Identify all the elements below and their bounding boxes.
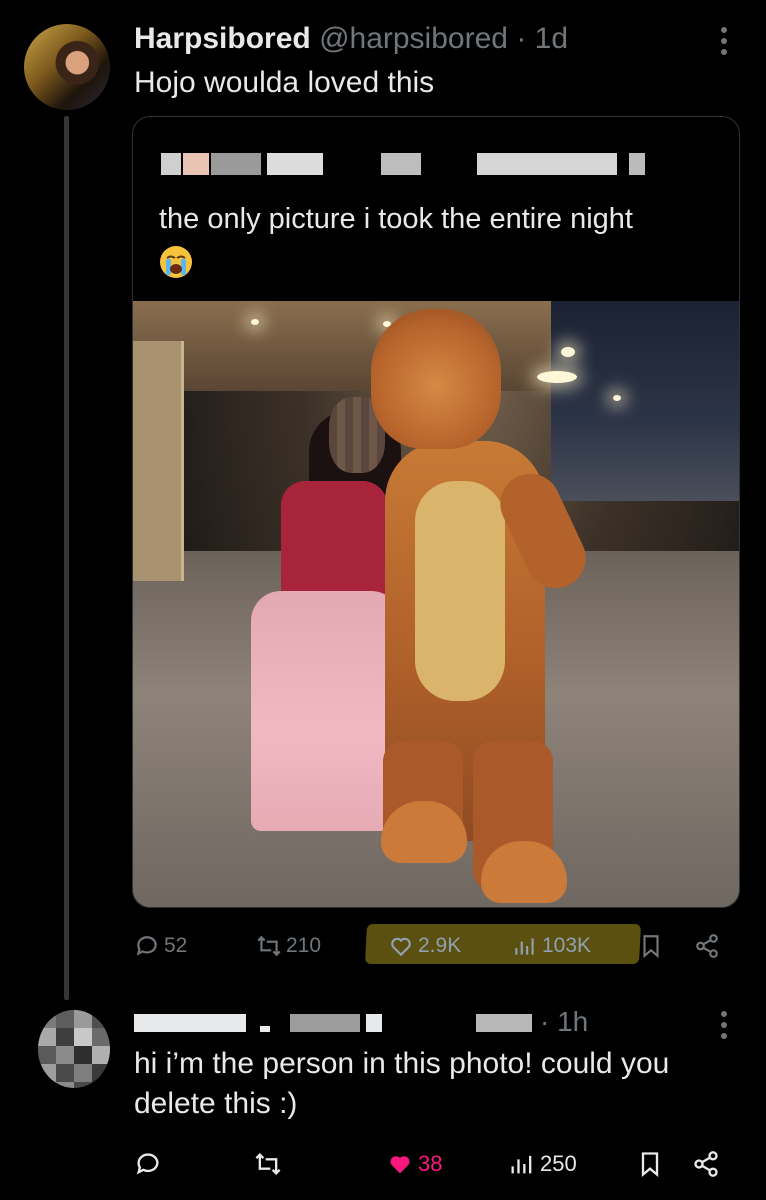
views-button[interactable]: 250 [508, 1146, 577, 1182]
redacted-block [183, 153, 209, 175]
share-button[interactable] [692, 1146, 724, 1182]
repost-count: 210 [286, 934, 322, 957]
tweet-header: Harpsibored @harpsibored · 1d [134, 20, 568, 58]
separator: · [540, 1006, 550, 1037]
redacted-block [366, 1014, 382, 1032]
share-button[interactable] [694, 928, 724, 964]
quoted-text: the only picture i took the entire night [159, 203, 633, 235]
reply-text: hi i’m the person in this photo! could y… [134, 1047, 670, 1120]
like-icon [390, 1156, 410, 1174]
reply-icon [136, 936, 157, 956]
reply-count: 52 [164, 934, 188, 957]
bookmark-icon [641, 1152, 659, 1177]
reply-button[interactable] [134, 1146, 166, 1182]
like-button[interactable]: 38 [386, 1146, 442, 1182]
like-count: 38 [418, 1151, 443, 1176]
share-icon [696, 934, 718, 958]
reply-icon [136, 1153, 159, 1175]
redacted-block [267, 153, 323, 175]
redacted-block [381, 153, 421, 175]
timestamp[interactable]: 1d [535, 22, 568, 55]
repost-icon [255, 1153, 281, 1175]
quoted-tweet[interactable]: the only picture i took the entire night [132, 116, 740, 908]
share-icon [694, 1151, 718, 1177]
thread-connector-line [64, 116, 69, 1000]
quoted-tweet-text: the only picture i took the entire night [159, 201, 729, 279]
views-button[interactable]: 103K [512, 928, 591, 964]
repost-icon [257, 935, 281, 957]
reply-meta: · 1h [540, 1004, 588, 1040]
redacted-display-name [134, 1014, 246, 1032]
bookmark-button[interactable] [638, 928, 668, 964]
redacted-block [476, 1014, 532, 1032]
more-icon[interactable] [712, 24, 736, 60]
like-icon [391, 937, 411, 957]
repost-button[interactable]: 210 [256, 928, 321, 964]
view-count: 250 [540, 1151, 577, 1176]
views-icon [515, 938, 534, 955]
crying-face-emoji-icon [160, 246, 192, 278]
more-icon[interactable] [712, 1008, 736, 1044]
bookmark-icon [643, 935, 659, 959]
like-count: 2.9K [418, 934, 462, 957]
views-icon [511, 1155, 532, 1174]
redacted-block [477, 153, 617, 175]
tweet-photo[interactable] [133, 301, 739, 907]
timestamp[interactable]: 1h [557, 1006, 588, 1037]
view-count: 103K [542, 934, 592, 957]
tweet-action-bar: 52 210 2.9K 103K [134, 924, 734, 964]
avatar[interactable] [38, 1010, 110, 1088]
tweet-text: Hojo woulda loved this [134, 66, 435, 99]
redacted-handle [290, 1014, 360, 1032]
like-button[interactable]: 2.9K [388, 928, 461, 964]
redacted-avatar [161, 153, 181, 175]
separator: · [516, 22, 527, 55]
reply-button[interactable]: 52 [134, 928, 187, 964]
reply-action-bar: 38 250 [134, 1146, 734, 1182]
redacted-block [260, 1026, 270, 1032]
repost-button[interactable] [254, 1146, 286, 1182]
redacted-block [629, 153, 645, 175]
bookmark-button[interactable] [636, 1146, 668, 1182]
display-name[interactable]: Harpsibored [134, 22, 311, 55]
avatar[interactable] [24, 24, 110, 110]
handle[interactable]: @harpsibored [319, 22, 508, 55]
redacted-block [211, 153, 261, 175]
